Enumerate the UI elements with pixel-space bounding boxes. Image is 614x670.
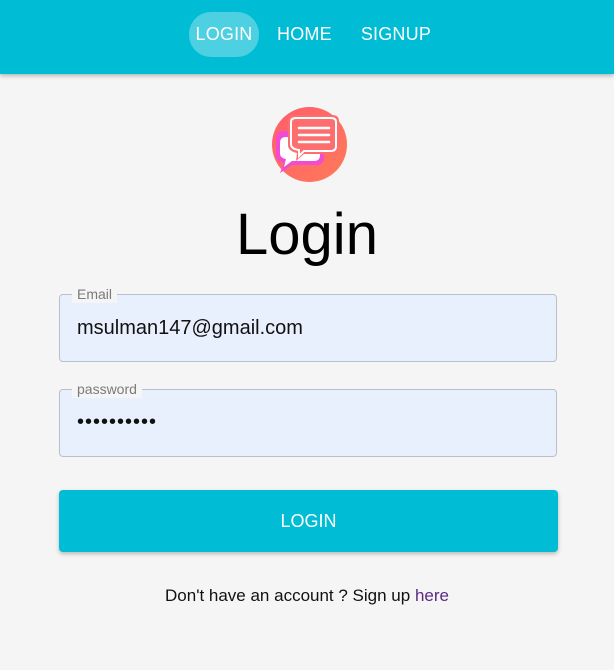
login-button[interactable]: LOGIN bbox=[59, 490, 558, 552]
password-input[interactable]: •••••••••• bbox=[77, 411, 537, 434]
email-field[interactable]: Email msulman147@gmail.com bbox=[59, 285, 557, 362]
email-input[interactable]: msulman147@gmail.com bbox=[77, 317, 537, 340]
nav-signup-tab[interactable]: SIGNUP bbox=[361, 12, 431, 57]
chat-bubbles-icon bbox=[272, 107, 347, 182]
chat-bubbles-icon-svg bbox=[272, 107, 347, 182]
signup-prompt: Don't have an account ? Sign up here bbox=[0, 586, 614, 606]
top-nav: LOGIN HOME SIGNUP bbox=[189, 12, 431, 57]
password-label: password bbox=[72, 380, 142, 398]
signup-prompt-text: Don't have an account ? Sign up bbox=[165, 586, 411, 605]
nav-login-tab[interactable]: LOGIN bbox=[189, 12, 259, 57]
email-label: Email bbox=[72, 285, 118, 303]
signup-here-link[interactable]: here bbox=[415, 586, 449, 605]
password-field[interactable]: password •••••••••• bbox=[59, 380, 557, 457]
page-title: Login bbox=[236, 202, 378, 267]
top-app-bar: LOGIN HOME SIGNUP bbox=[0, 0, 614, 74]
nav-home-tab[interactable]: HOME bbox=[277, 12, 332, 57]
